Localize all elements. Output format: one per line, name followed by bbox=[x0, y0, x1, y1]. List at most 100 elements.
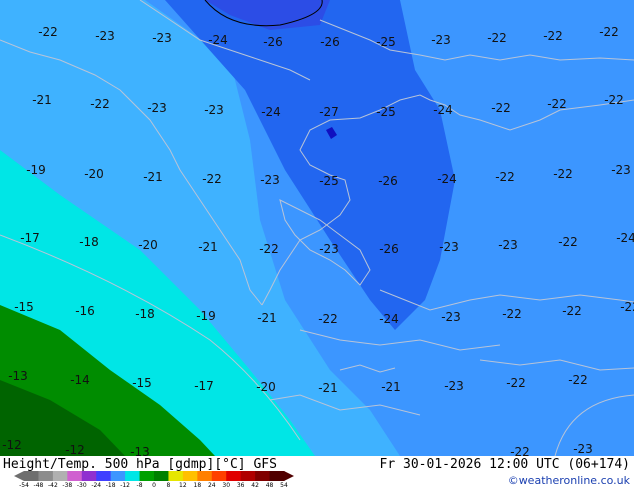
isoline-label: -21 bbox=[381, 380, 401, 394]
isoline-label: -22 bbox=[90, 97, 110, 111]
map-canvas: -22 -23 -23 -24 -26 -26 -25 -23 -22 -22 -22 -21 -22 -… bbox=[0, 0, 634, 456]
isoline-label: -26 bbox=[379, 242, 399, 256]
isoline-label: -19 bbox=[26, 163, 46, 177]
isoline-label: -22 bbox=[487, 31, 507, 45]
isoline-label: -18 bbox=[79, 235, 99, 249]
scale-segment bbox=[226, 471, 242, 481]
isoline-label: -23 bbox=[431, 33, 451, 47]
isoline-label: -23 bbox=[319, 242, 339, 256]
scale-segment bbox=[197, 471, 213, 481]
isoline-label: -23 bbox=[152, 31, 172, 45]
isoline-label: -23 bbox=[147, 101, 167, 115]
color-scale bbox=[14, 471, 294, 481]
isoline-label: -23 bbox=[498, 238, 518, 252]
scale-tick-label: -38 bbox=[62, 482, 73, 489]
scale-tick-label: -12 bbox=[120, 482, 131, 489]
scale-segment bbox=[38, 471, 54, 481]
isoline-label: -26 bbox=[263, 35, 283, 49]
isoline-label: -24 bbox=[437, 172, 457, 186]
isoline-label: -23 bbox=[611, 163, 631, 177]
isoline-label: -24 bbox=[433, 103, 453, 117]
scale-tick-label: -8 bbox=[136, 482, 143, 489]
isoline-label: -22 bbox=[604, 93, 624, 107]
isoline-label: -22 bbox=[558, 235, 578, 249]
scale-arrow-right bbox=[284, 471, 294, 481]
scale-tick-label: -54 bbox=[19, 482, 29, 489]
isoline-label: -24 bbox=[261, 105, 281, 119]
scale-segment bbox=[269, 471, 285, 481]
isoline-label: -24 bbox=[208, 33, 228, 47]
scale-segment bbox=[182, 471, 198, 481]
scale-tick-label: 30 bbox=[222, 482, 231, 489]
scale-tick-label: -42 bbox=[47, 482, 58, 489]
scale-segment bbox=[110, 471, 126, 481]
isoline-label: -15 bbox=[132, 376, 152, 390]
isoline-label: -20 bbox=[138, 238, 158, 252]
isoline-label: -22 bbox=[568, 373, 588, 387]
scale-segment bbox=[240, 471, 256, 481]
isoline-label: -23 bbox=[204, 103, 224, 117]
isoline-label: -24 bbox=[379, 312, 399, 326]
map-datetime: Fr 30-01-2026 12:00 UTC (06+174) bbox=[379, 457, 630, 472]
isoline-label: -23 bbox=[95, 29, 115, 43]
isoline-label: -24 bbox=[616, 231, 634, 245]
isoline-label: -21 bbox=[257, 311, 277, 325]
scale-segment bbox=[81, 471, 97, 481]
isoline-label: -22 bbox=[318, 312, 338, 326]
map-title: Height/Temp. 500 hPa [gdmp][°C] GFS bbox=[3, 457, 277, 472]
scale-tick-label: 36 bbox=[236, 482, 245, 489]
color-scale-labels: -54 -48 -42 -38 -30 -24 -18 -12 -8 0 8 12 18 24 30 36 42… bbox=[0, 482, 300, 490]
isoline-label: -20 bbox=[256, 380, 276, 394]
isoline-label: -22 bbox=[620, 300, 634, 314]
scale-tick-label: -18 bbox=[105, 482, 116, 489]
scale-segment bbox=[67, 471, 83, 481]
isoline-label: -21 bbox=[32, 93, 52, 107]
scale-segment bbox=[96, 471, 112, 481]
isoline-label: -27 bbox=[319, 105, 339, 119]
isoline-label: -23 bbox=[441, 310, 461, 324]
isoline-label: -19 bbox=[196, 309, 216, 323]
isoline-label: -16 bbox=[75, 304, 95, 318]
isoline-label: -23 bbox=[444, 379, 464, 393]
isoline-label: -15 bbox=[14, 300, 34, 314]
isoline-label: -13 bbox=[130, 445, 150, 456]
scale-segment bbox=[255, 471, 271, 481]
isoline-label: -26 bbox=[378, 174, 398, 188]
credit-link[interactable]: ©weatheronline.co.uk bbox=[508, 474, 630, 487]
isoline-label: -22 bbox=[599, 25, 619, 39]
scale-tick-label: -30 bbox=[76, 482, 87, 489]
isoline-label: -22 bbox=[510, 445, 530, 456]
isoline-label: -22 bbox=[553, 167, 573, 181]
isoline-label: -21 bbox=[318, 381, 338, 395]
isoline-label: -21 bbox=[198, 240, 218, 254]
scale-segment bbox=[211, 471, 227, 481]
scale-segment bbox=[125, 471, 141, 481]
isoline-label: -22 bbox=[495, 170, 515, 184]
isoline-label: -22 bbox=[562, 304, 582, 318]
scale-segment bbox=[52, 471, 68, 481]
isoline-label: -23 bbox=[439, 240, 459, 254]
isoline-label: -25 bbox=[376, 105, 396, 119]
scale-tick-label: 54 bbox=[280, 482, 288, 489]
scale-segment bbox=[154, 471, 169, 481]
isoline-label: -25 bbox=[319, 174, 339, 188]
scale-segment bbox=[24, 471, 39, 481]
scale-tick-label: -48 bbox=[33, 482, 44, 489]
scale-segment bbox=[168, 471, 184, 481]
isoline-label: -23 bbox=[573, 442, 593, 456]
isoline-label: -22 bbox=[259, 242, 279, 256]
isoline-label: -17 bbox=[20, 231, 40, 245]
isoline-label: -14 bbox=[70, 373, 90, 387]
scale-segment bbox=[139, 471, 155, 481]
isoline-label: -22 bbox=[202, 172, 222, 186]
isoline-label: -17 bbox=[194, 379, 214, 393]
isoline-label: -20 bbox=[84, 167, 104, 181]
isoline-label: -26 bbox=[320, 35, 340, 49]
isoline-label: -21 bbox=[143, 170, 163, 184]
isoline-label: -22 bbox=[491, 101, 511, 115]
isoline-label: -22 bbox=[543, 29, 563, 43]
isoline-label: -23 bbox=[260, 173, 280, 187]
isoline-label: -18 bbox=[135, 307, 155, 321]
scale-tick-label: 24 bbox=[207, 482, 216, 489]
isoline-label: -12 bbox=[2, 438, 22, 452]
